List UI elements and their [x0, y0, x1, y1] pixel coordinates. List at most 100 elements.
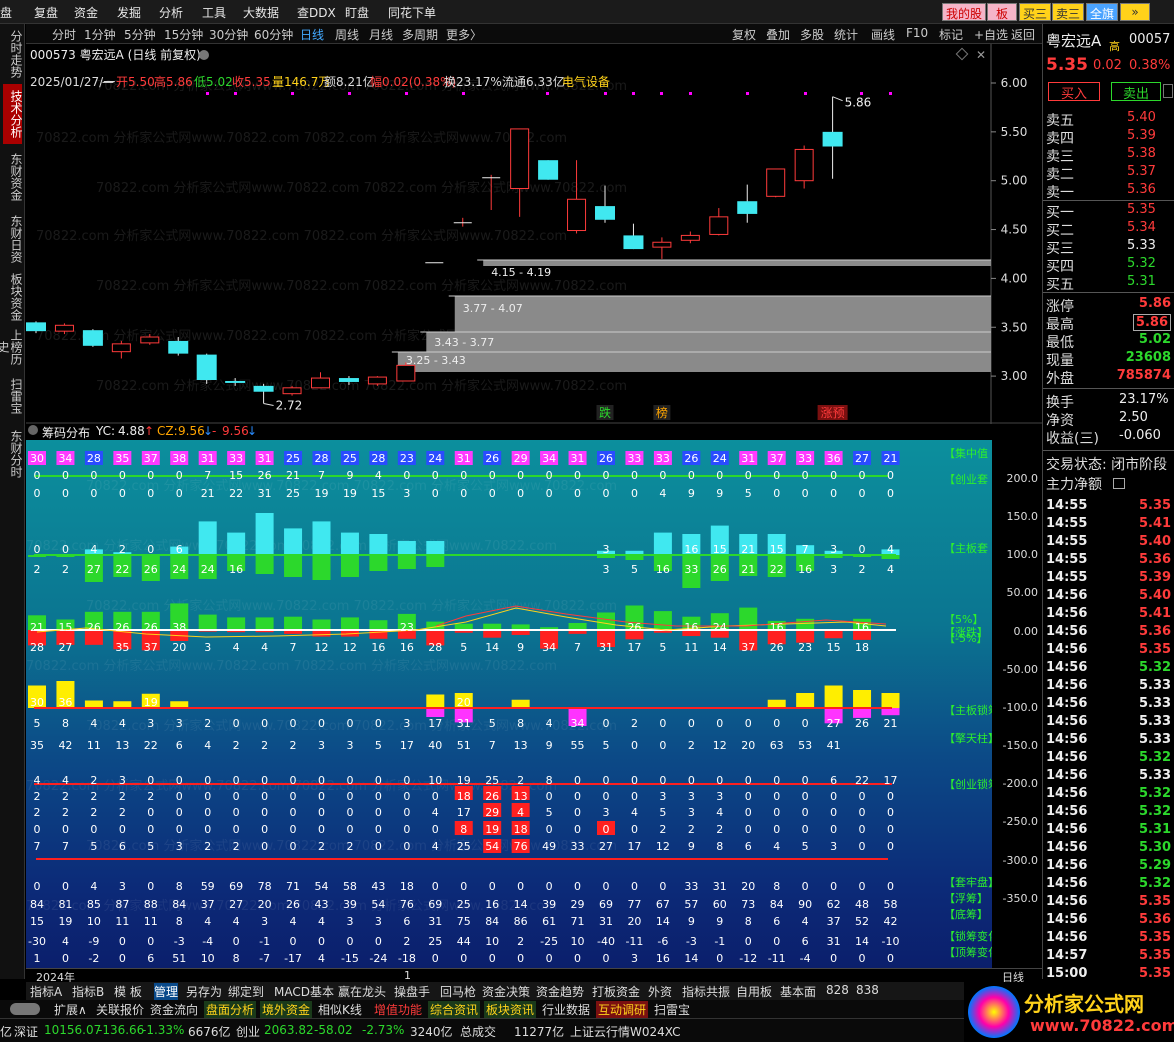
menu-item[interactable]: 查DDX: [297, 4, 336, 21]
function-item[interactable]: 行业数据: [540, 1001, 593, 1018]
indicator-tab[interactable]: 资金决策: [482, 983, 530, 1000]
top-change-value: -2: [88, 952, 99, 965]
chevron-down-icon[interactable]: [28, 425, 38, 435]
period-tab[interactable]: 周线: [335, 26, 359, 43]
indicator-tab[interactable]: 指标共振: [682, 983, 730, 1000]
candle-body: [82, 330, 103, 346]
function-item[interactable]: 扩展∧: [52, 1001, 89, 1018]
buy-button[interactable]: 买入: [1048, 82, 1100, 102]
indicator-tab[interactable]: 指标B: [72, 983, 104, 1000]
top-right-button[interactable]: 全旗: [1086, 3, 1118, 21]
indicator-tab[interactable]: 赢在龙头: [338, 983, 386, 1000]
menu-item[interactable]: 复盘: [34, 4, 58, 21]
chart-tool[interactable]: +自选: [974, 26, 1008, 43]
trapped-value: 59: [201, 880, 215, 893]
candle-body: [367, 376, 387, 385]
period-tab[interactable]: 分时: [52, 26, 76, 43]
indicator-tab[interactable]: 绑定到: [228, 983, 264, 1000]
chart-tool[interactable]: F10: [906, 26, 928, 40]
menu-clip[interactable]: 盘: [0, 4, 12, 21]
main-trap-bar-down: [426, 555, 445, 567]
left-tab[interactable]: 分时走势: [3, 28, 23, 80]
chart-tool[interactable]: 多股: [800, 26, 824, 43]
indicator-tab[interactable]: 838: [856, 983, 879, 997]
menu-item[interactable]: 发掘: [117, 4, 141, 21]
indicator-tab[interactable]: 自用板: [736, 983, 772, 1000]
function-item[interactable]: 综合资讯: [428, 1001, 481, 1018]
concentration-value: 23: [400, 452, 414, 465]
top-right-button[interactable]: 卖三: [1052, 3, 1084, 21]
sell-button[interactable]: 卖出: [1111, 82, 1161, 102]
top-right-button[interactable]: 板指: [987, 3, 1017, 38]
period-tab[interactable]: 60分钟: [254, 26, 293, 43]
function-item[interactable]: 增值功能: [372, 1001, 425, 1018]
chart-tool[interactable]: 复权: [732, 26, 756, 43]
period-tab[interactable]: 更多〉: [446, 26, 482, 43]
period-tab[interactable]: 30分钟: [209, 26, 248, 43]
left-tab[interactable]: 上榜历史: [0, 326, 23, 368]
menu-item[interactable]: 盯盘: [345, 4, 369, 21]
menu-item[interactable]: 资金: [74, 4, 98, 21]
left-tab[interactable]: 扫雷宝: [3, 372, 23, 420]
menu-item[interactable]: 分析: [159, 4, 183, 21]
chart-tool[interactable]: 统计: [834, 26, 858, 43]
indicator-tab[interactable]: 另存为: [186, 983, 222, 1000]
menu-item[interactable]: 大数据: [243, 4, 279, 21]
period-tab[interactable]: 1分钟: [84, 26, 116, 43]
function-item[interactable]: 互动调研: [596, 1001, 649, 1018]
function-item[interactable]: 板块资讯: [484, 1001, 537, 1018]
pct-up-label: 16: [770, 621, 784, 634]
function-item[interactable]: 盘面分析: [204, 1001, 257, 1018]
left-tab[interactable]: 东财资金: [3, 148, 23, 206]
left-tab[interactable]: 技术分析: [3, 84, 23, 144]
left-tab[interactable]: 东财日资: [3, 210, 23, 268]
indicator-tab[interactable]: MACD基本: [274, 983, 334, 1000]
kline-svg[interactable]: 70822.com 分析家公式网www.70822.com 70822.com …: [26, 44, 1042, 424]
cy-lock-3: 0: [830, 823, 837, 836]
function-item[interactable]: 关联报价: [94, 1001, 147, 1018]
indicator-tab[interactable]: 操盘手: [394, 983, 430, 1000]
top-right-button[interactable]: »: [1120, 3, 1150, 21]
period-tab[interactable]: 多周期: [402, 26, 438, 43]
chart-tool[interactable]: 画线: [871, 26, 895, 43]
list-icon[interactable]: [1113, 478, 1125, 489]
pct-up-bar: [568, 623, 587, 630]
indicator-tab[interactable]: 资金趋势: [536, 983, 584, 1000]
indicator-tab[interactable]: 828: [826, 983, 849, 997]
left-tab[interactable]: 东财分时: [3, 424, 23, 484]
menu-item[interactable]: 工具: [202, 4, 226, 21]
chart-tool[interactable]: 标记: [939, 26, 963, 43]
period-tab[interactable]: 5分钟: [124, 26, 156, 43]
menu-item[interactable]: 同花下单: [388, 4, 436, 21]
indicator-tab[interactable]: 管理: [154, 983, 179, 1000]
float-value: 25: [457, 898, 471, 911]
function-item[interactable]: 资金流向: [148, 1001, 201, 1018]
chart-tool[interactable]: 叠加: [766, 26, 790, 43]
indicator-tab[interactable]: 指标A: [30, 983, 62, 1000]
top-right-button[interactable]: 我的股: [942, 3, 986, 21]
indicator-tab[interactable]: 打板资金: [592, 983, 640, 1000]
indicator-tab[interactable]: 回马枪: [440, 983, 476, 1000]
function-item[interactable]: 扫雷宝: [652, 1001, 693, 1018]
float-value: 37: [201, 898, 215, 911]
kline-chart[interactable]: 70822.com 分析家公式网www.70822.com 70822.com …: [26, 44, 1042, 424]
bottom-value: 9: [688, 915, 695, 928]
indicator-tab[interactable]: 外资: [648, 983, 672, 1000]
top-right-button[interactable]: 买三: [1019, 3, 1051, 21]
period-tab[interactable]: 日线: [300, 26, 324, 43]
indicator-tab[interactable]: 基本面: [780, 983, 816, 1000]
period-tab[interactable]: 15分钟: [164, 26, 203, 43]
cy-trap-b: 0: [176, 487, 183, 500]
period-tab[interactable]: 月线: [369, 26, 393, 43]
function-item[interactable]: 境外资金: [260, 1001, 313, 1018]
tick-time: 14:56: [1046, 714, 1088, 729]
bottom-value: 6: [403, 915, 410, 928]
indicator-panel[interactable]: 70822.com 分析家公式网www.70822.com 70822.com …: [26, 440, 992, 968]
left-tab[interactable]: 板块资金: [3, 272, 23, 322]
menu-icon[interactable]: [1163, 84, 1173, 98]
cy-trap-b: 0: [119, 487, 126, 500]
toggle-switch[interactable]: [10, 1003, 40, 1015]
chart-tool[interactable]: 返回: [1011, 26, 1035, 43]
function-item[interactable]: 相似K线: [316, 1001, 364, 1018]
indicator-tab[interactable]: 模 板: [114, 983, 142, 1000]
